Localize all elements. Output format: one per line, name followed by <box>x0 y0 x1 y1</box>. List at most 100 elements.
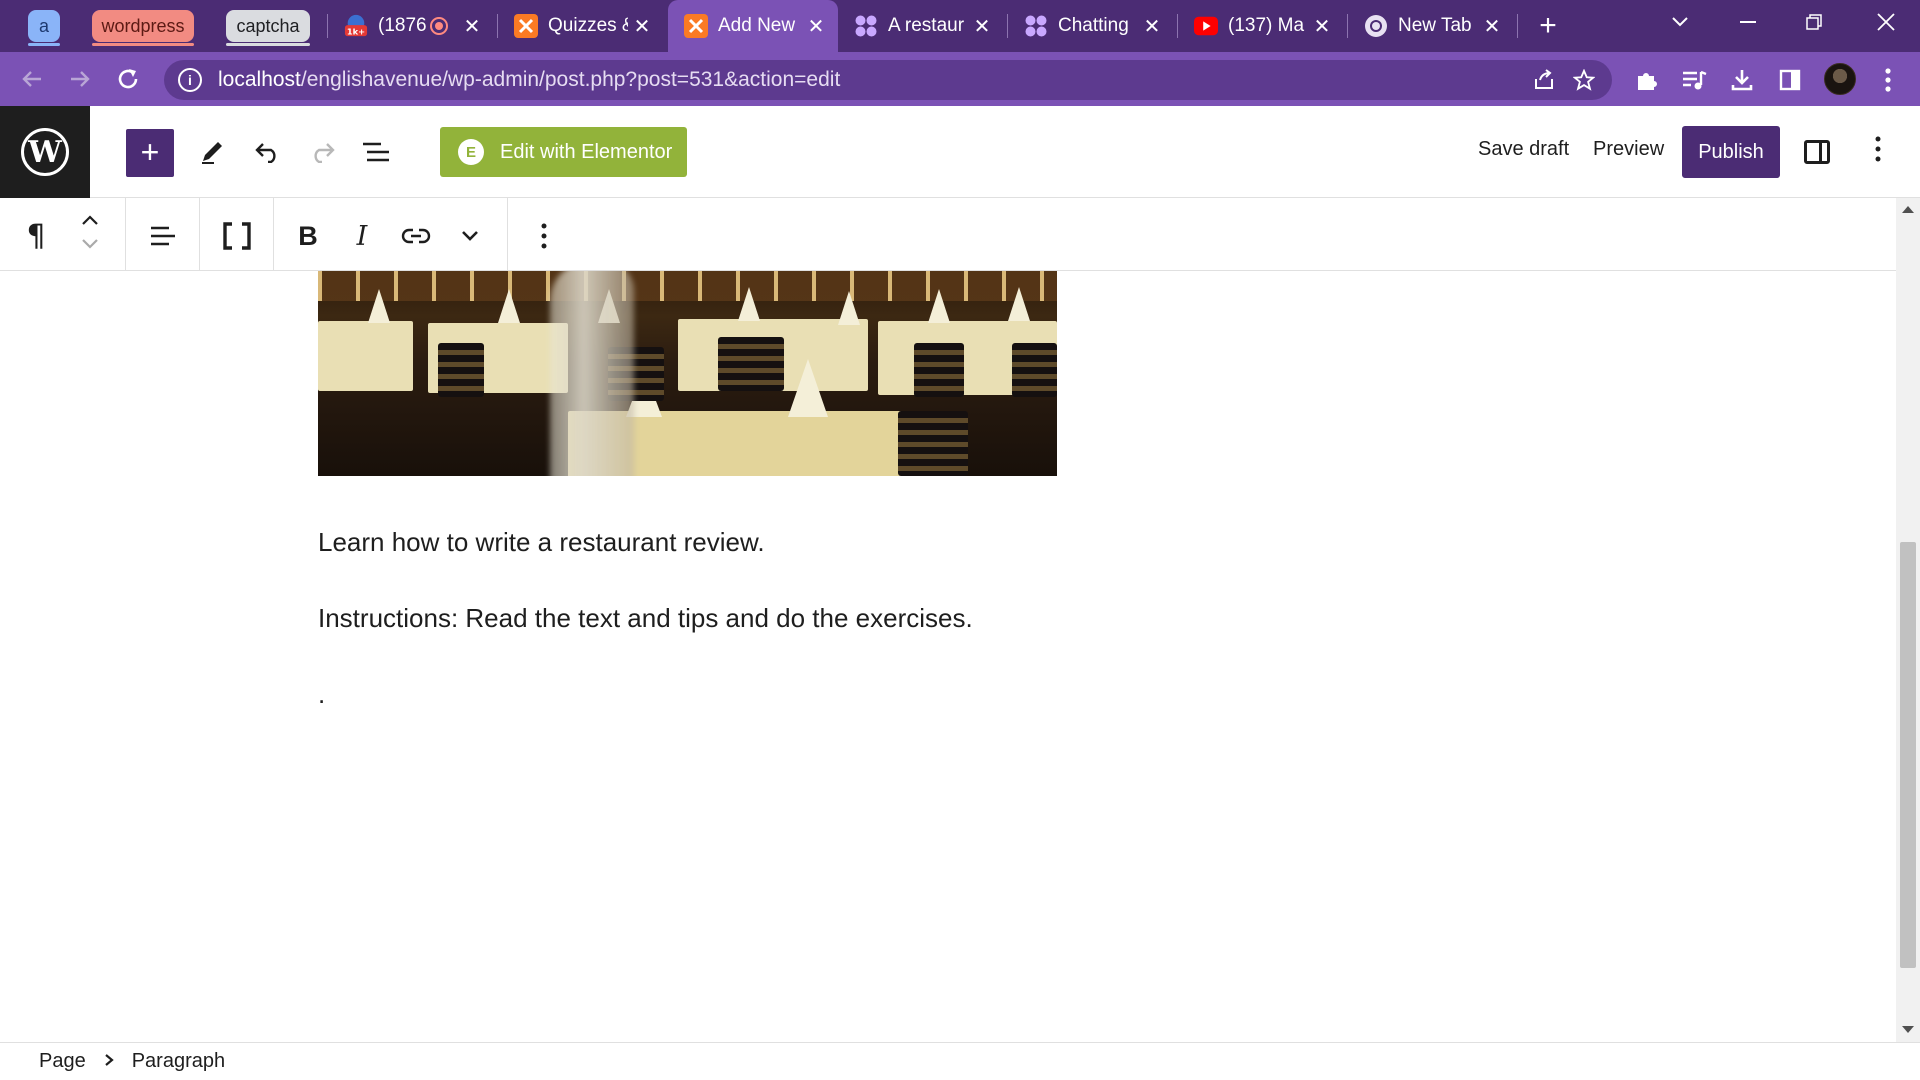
tab-notifications[interactable]: 1k+ (1876 ✕ <box>328 0 494 52</box>
link-icon[interactable] <box>396 216 436 256</box>
bookmark-star-icon[interactable] <box>1572 68 1596 92</box>
shortcode-bracket-icon[interactable] <box>217 216 257 256</box>
url-host: localhost <box>218 68 301 91</box>
recording-icon <box>430 17 448 35</box>
breadcrumb-chevron-icon <box>104 1050 114 1073</box>
edit-with-elementor-button[interactable]: E Edit with Elementor <box>440 127 687 177</box>
block-toolbar: ¶ B I <box>0 198 1900 271</box>
notification-badge-icon: 1k+ <box>344 14 368 38</box>
restaurant-image[interactable] <box>318 271 1057 476</box>
scrollbar-thumb[interactable] <box>1900 542 1916 968</box>
tab-close-icon[interactable]: ✕ <box>458 14 486 39</box>
youtube-icon <box>1194 14 1218 38</box>
minimize-icon[interactable] <box>1718 0 1778 44</box>
undo-icon[interactable] <box>246 130 290 174</box>
xampp-icon <box>514 14 538 38</box>
block-type-group: ¶ <box>0 198 126 270</box>
document-overview-icon[interactable] <box>354 130 398 174</box>
settings-sidebar-icon[interactable] <box>1804 140 1830 164</box>
side-panel-icon[interactable] <box>1776 66 1804 94</box>
scroll-down-arrow-icon[interactable] <box>1902 1026 1914 1033</box>
url-text: localhost/englishavenue/wp-admin/post.ph… <box>218 68 840 92</box>
paragraph-intro[interactable]: Learn how to write a restaurant review. <box>318 527 765 558</box>
tab-add-new[interactable]: Add New ✕ <box>668 0 838 52</box>
forward-arrow-icon[interactable] <box>60 59 100 99</box>
profile-avatar[interactable] <box>1824 63 1856 95</box>
preview-button[interactable]: Preview <box>1593 138 1664 161</box>
tab-youtube[interactable]: (137) Ma ✕ <box>1178 0 1344 52</box>
share-icon[interactable] <box>1532 68 1556 92</box>
format-group: B I <box>274 198 508 270</box>
image-waiter <box>550 271 634 476</box>
block-inserter-button[interactable]: + <box>126 129 174 177</box>
new-tab-plus-icon[interactable]: + <box>1520 4 1576 48</box>
tab-close-icon[interactable]: ✕ <box>802 14 830 39</box>
tab-close-icon[interactable]: ✕ <box>968 14 996 39</box>
block-mover <box>78 208 102 260</box>
breadcrumb-paragraph[interactable]: Paragraph <box>132 1050 225 1073</box>
restore-icon[interactable] <box>1784 0 1844 44</box>
tab-close-icon[interactable]: ✕ <box>1138 14 1166 39</box>
tab-search-chevron-icon[interactable] <box>1650 0 1710 44</box>
breadcrumb-page[interactable]: Page <box>39 1050 86 1073</box>
align-left-icon[interactable] <box>143 216 183 256</box>
tab-chatting[interactable]: Chatting ✕ <box>1008 0 1174 52</box>
tab-label: New Tab <box>1398 15 1472 36</box>
wordpress-logo-button[interactable]: W <box>0 106 90 198</box>
download-icon[interactable] <box>1728 66 1756 94</box>
move-up-chevron-icon[interactable] <box>78 208 102 232</box>
browser-toolbar: i localhost/englishavenue/wp-admin/post.… <box>0 52 1920 106</box>
tools-pencil-icon[interactable] <box>190 130 234 174</box>
tab-label: (137) Ma <box>1228 15 1305 36</box>
tab-group-chip-a[interactable]: a <box>28 10 60 46</box>
tab-group-underline <box>226 43 310 46</box>
tab-new-tab[interactable]: New Tab ✕ <box>1348 0 1514 52</box>
chrome-icon <box>1364 14 1388 38</box>
url-path: /englishavenue/wp-admin/post.php?post=53… <box>300 68 841 91</box>
tab-label: Add New <box>718 15 796 36</box>
tab-close-icon[interactable]: ✕ <box>628 14 656 39</box>
media-queue-icon[interactable] <box>1680 66 1708 94</box>
bold-icon[interactable]: B <box>288 216 328 256</box>
paragraph-block-icon[interactable]: ¶ <box>16 216 56 256</box>
app-grid-icon <box>1024 14 1048 38</box>
options-kebab-icon[interactable] <box>1868 136 1888 162</box>
site-info-icon[interactable]: i <box>178 68 202 92</box>
extensions-puzzle-icon[interactable] <box>1632 66 1660 94</box>
address-bar[interactable]: i localhost/englishavenue/wp-admin/post.… <box>164 60 1612 100</box>
wordpress-logo-icon: W <box>21 128 69 176</box>
editor-scrollbar[interactable] <box>1896 198 1920 1042</box>
redo-icon[interactable] <box>300 130 344 174</box>
browser-menu-kebab-icon[interactable] <box>1874 66 1902 94</box>
tab-group-label: wordpress <box>101 16 185 36</box>
tab-group-underline <box>28 43 60 46</box>
paragraph-selected[interactable]: . <box>318 679 325 710</box>
editor-canvas: Learn how to write a restaurant review. … <box>0 271 1896 1042</box>
tab-close-icon[interactable]: ✕ <box>1308 14 1336 39</box>
tab-separator <box>1517 14 1518 38</box>
tab-close-icon[interactable]: ✕ <box>1478 14 1506 39</box>
move-down-chevron-icon[interactable] <box>78 232 102 256</box>
tab-group-chip-captcha[interactable]: captcha <box>226 10 310 46</box>
tab-group-chip-wordpress[interactable]: wordpress <box>92 10 194 46</box>
tab-quizzes[interactable]: Quizzes & ✕ <box>498 0 664 52</box>
tab-label: Quizzes & <box>548 15 628 36</box>
save-draft-button[interactable]: Save draft <box>1478 138 1569 161</box>
tab-label: (1876 <box>378 15 427 36</box>
close-window-icon[interactable] <box>1856 0 1916 44</box>
breadcrumb: Page Paragraph <box>0 1042 1920 1080</box>
reload-icon[interactable] <box>108 59 148 99</box>
tab-restaurant[interactable]: A restaur ✕ <box>838 0 1004 52</box>
scroll-up-arrow-icon[interactable] <box>1902 206 1914 213</box>
more-formatting-chevron-icon[interactable] <box>450 216 490 256</box>
block-options-kebab-icon[interactable] <box>524 216 564 256</box>
drop-cap-group <box>200 198 274 270</box>
italic-icon[interactable]: I <box>342 216 382 256</box>
paragraph-instructions[interactable]: Instructions: Read the text and tips and… <box>318 603 973 634</box>
back-arrow-icon[interactable] <box>12 59 52 99</box>
svg-text:1k+: 1k+ <box>347 26 365 36</box>
editor-header: W + E Edit with Elementor Save draft Pre… <box>0 106 1920 198</box>
publish-button[interactable]: Publish <box>1682 126 1780 178</box>
tab-label: A restaur <box>888 15 965 36</box>
tab-label: Chatting <box>1058 15 1129 36</box>
